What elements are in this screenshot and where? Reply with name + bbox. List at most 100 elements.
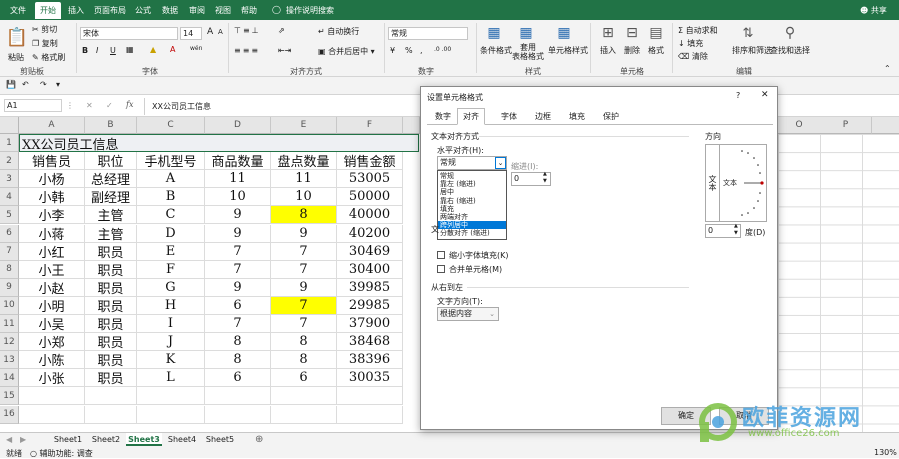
grid-cell[interactable]: 销售员 xyxy=(19,152,85,171)
grid-cell[interactable]: D xyxy=(137,224,205,243)
bold-button[interactable]: B xyxy=(82,46,88,55)
fill-button[interactable]: ↓ 填充 xyxy=(678,38,703,49)
tab-review[interactable]: 审阅 xyxy=(189,5,205,16)
currency-icon[interactable]: ¥ xyxy=(390,46,395,55)
sheet-tab-4[interactable]: Sheet4 xyxy=(164,433,200,446)
shrink-font-button[interactable]: A xyxy=(218,28,223,36)
sheet-tab-2[interactable]: Sheet2 xyxy=(88,433,124,446)
row-header[interactable]: 7 xyxy=(0,242,19,261)
row-header[interactable]: 2 xyxy=(0,152,19,171)
grid-cell[interactable]: 9 xyxy=(205,206,271,225)
grid-cell[interactable]: 38468 xyxy=(337,333,403,352)
grid-cell[interactable]: 30035 xyxy=(337,369,403,388)
grid-cell[interactable]: 40200 xyxy=(337,224,403,243)
grid-cell[interactable]: 8 xyxy=(205,333,271,352)
row-header[interactable]: 15 xyxy=(0,387,19,406)
grid-cell[interactable] xyxy=(271,405,337,424)
find-select-icon[interactable]: ⚲ xyxy=(780,23,800,43)
row-header[interactable]: 5 xyxy=(0,206,19,225)
column-header-d[interactable]: D xyxy=(205,117,271,134)
row-header[interactable]: 1 xyxy=(0,134,19,153)
grid-cell[interactable]: 9 xyxy=(205,224,271,243)
scroll-tabs-left-icon[interactable]: ◀ xyxy=(6,435,12,444)
grid-cell[interactable] xyxy=(19,387,85,406)
option-center[interactable]: 居中 xyxy=(438,188,506,196)
insert-function-button[interactable]: fx xyxy=(126,100,133,109)
grid-cell[interactable] xyxy=(85,405,137,424)
option-justify[interactable]: 两端对齐 xyxy=(438,213,506,221)
tell-me-search[interactable]: 操作说明搜索 xyxy=(286,5,334,16)
grid-cell[interactable] xyxy=(205,387,271,406)
comma-button[interactable]: , xyxy=(420,46,423,55)
sheet-tab-3[interactable]: Sheet3 xyxy=(126,433,162,446)
spin-down-icon[interactable]: ▼ xyxy=(543,178,547,184)
grid-cell[interactable]: 副经理 xyxy=(85,188,137,207)
grid-cell[interactable]: 职员 xyxy=(85,351,137,370)
tab-fill[interactable]: 填充 xyxy=(565,109,589,124)
horizontal-align-icons[interactable]: ≡≡≡ xyxy=(234,46,260,55)
grid-cell[interactable]: 主管 xyxy=(85,224,137,243)
grid-cell[interactable]: 37900 xyxy=(337,315,403,334)
grid-cell[interactable]: 7 xyxy=(271,260,337,279)
orientation-dial[interactable]: 文本 xyxy=(722,145,766,221)
font-size-combo[interactable]: 14 xyxy=(180,27,202,40)
grid-cell[interactable]: 职员 xyxy=(85,260,137,279)
format-cells-label[interactable]: 格式 xyxy=(648,45,664,56)
grid-cell[interactable]: 6 xyxy=(205,296,271,315)
grid-cell[interactable]: 销售金额 xyxy=(337,152,403,171)
grid-cell[interactable]: 8 xyxy=(271,351,337,370)
grid-cell[interactable]: 38396 xyxy=(337,351,403,370)
row-header[interactable]: 12 xyxy=(0,333,19,352)
grid-cell[interactable]: 7 xyxy=(271,315,337,334)
indent-icons[interactable]: ⇤⇥ xyxy=(278,46,291,55)
tab-data[interactable]: 数据 xyxy=(162,5,178,16)
paste-icon[interactable]: 📋 xyxy=(6,24,28,50)
text-direction-select[interactable]: 根据内容 ⌄ xyxy=(437,307,499,321)
grid-cell[interactable]: A xyxy=(137,170,205,189)
grid-cell[interactable] xyxy=(205,405,271,424)
grid-cell[interactable]: G xyxy=(137,278,205,297)
grid-cell[interactable]: 职员 xyxy=(85,333,137,352)
grid-cell[interactable]: 小王 xyxy=(19,260,85,279)
copy-button[interactable]: ❐ 复制 xyxy=(32,38,58,49)
name-box[interactable]: A1 xyxy=(4,99,62,112)
grid-cell[interactable]: 9 xyxy=(205,278,271,297)
share-button[interactable]: ☻ 共享 xyxy=(860,5,887,16)
format-cells-icon[interactable]: ▤ xyxy=(646,23,666,43)
row-header[interactable]: 10 xyxy=(0,296,19,315)
phonetic-button[interactable]: wén xyxy=(190,45,202,52)
borders-icon[interactable]: ▦ xyxy=(126,45,134,54)
degree-down-icon[interactable]: ▼ xyxy=(734,230,738,236)
row-header[interactable]: 11 xyxy=(0,315,19,334)
zoom-level[interactable]: 130% xyxy=(874,448,897,457)
row-header[interactable]: 16 xyxy=(0,405,19,424)
vertical-align-icons[interactable]: ⊤≡⊥ xyxy=(234,26,261,35)
insert-cells-icon[interactable]: ⊞ xyxy=(598,23,618,43)
grid-cell[interactable]: I xyxy=(137,315,205,334)
confirm-edit-icon[interactable]: ✓ xyxy=(106,101,113,110)
grid-cell[interactable]: 6 xyxy=(205,369,271,388)
merge-cells-checkbox[interactable] xyxy=(437,265,445,273)
grid-cell[interactable]: 职员 xyxy=(85,369,137,388)
undo-icon[interactable]: ↶ xyxy=(22,80,29,89)
grid-cell[interactable]: 总经理 xyxy=(85,170,137,189)
grid-cell[interactable]: 小韩 xyxy=(19,188,85,207)
column-header-o[interactable]: O xyxy=(778,117,820,134)
option-distributed[interactable]: 分散对齐 (缩进) xyxy=(438,229,506,237)
tab-insert[interactable]: 插入 xyxy=(68,5,84,16)
grid-cell[interactable]: 职位 xyxy=(85,152,137,171)
row-header[interactable]: 3 xyxy=(0,170,19,189)
grid-cell[interactable]: 50000 xyxy=(337,188,403,207)
grid-cell[interactable]: 29985 xyxy=(337,296,403,315)
grid-cell[interactable]: 小赵 xyxy=(19,278,85,297)
grid-cell[interactable]: 小红 xyxy=(19,242,85,261)
customize-qat-icon[interactable]: ▾ xyxy=(56,80,60,89)
grid-cell[interactable]: 40000 xyxy=(337,206,403,225)
column-header-b[interactable]: B xyxy=(85,117,137,134)
chevron-down-icon[interactable]: ⌄ xyxy=(495,157,506,169)
grid-cell[interactable]: 7 xyxy=(271,296,337,315)
title-cell[interactable]: XX公司员工信息 xyxy=(19,134,419,153)
autosum-button[interactable]: Σ 自动求和 xyxy=(678,25,718,36)
redo-icon[interactable]: ↷ xyxy=(40,80,47,89)
grid-cell[interactable]: 小郑 xyxy=(19,333,85,352)
